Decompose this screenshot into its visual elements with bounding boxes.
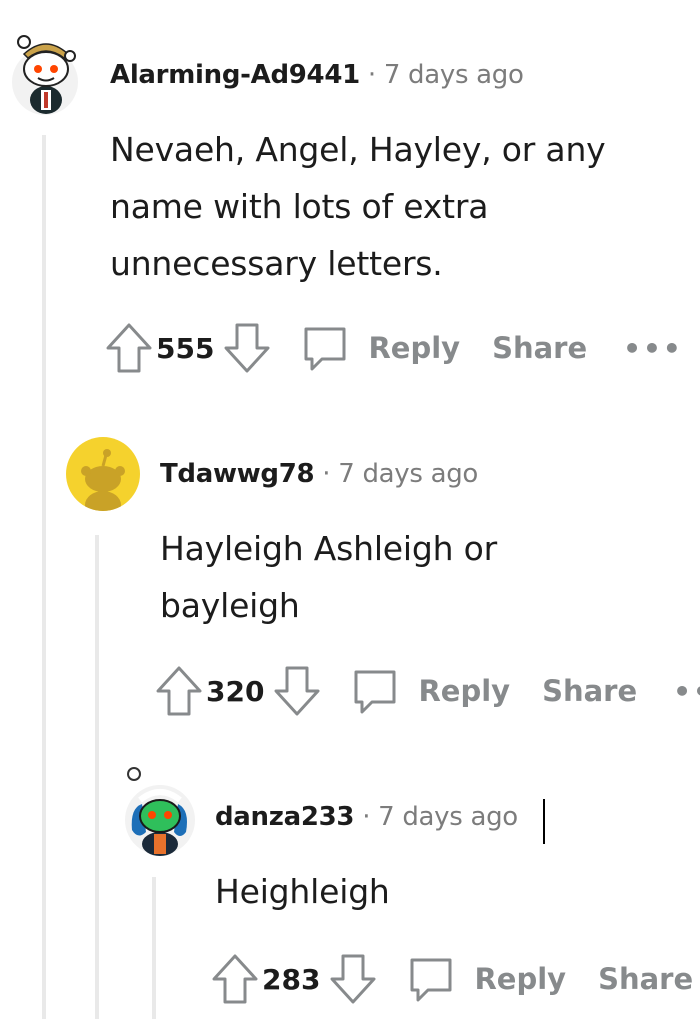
vote-score: 283 [262, 962, 321, 996]
upvote-icon[interactable] [154, 664, 204, 718]
username-link[interactable]: Tdawwg78 [160, 459, 315, 489]
timestamp-link[interactable]: 7 days ago [384, 60, 524, 90]
username-link[interactable]: Alarming-Ad9441 [110, 60, 360, 90]
reply-label: Reply [474, 962, 567, 996]
share-button[interactable]: Share [492, 331, 587, 365]
upvote-icon[interactable] [210, 952, 260, 1006]
comment-line: unnecessary letters. [110, 244, 443, 283]
share-button[interactable]: Share [598, 962, 693, 996]
comment-meta: danza233 · 7 days ago [215, 802, 518, 832]
user-avatar[interactable] [120, 760, 198, 858]
thread-line-3[interactable] [152, 877, 156, 1019]
comment-actions: 555 Reply Share ••• [104, 318, 683, 378]
comment-line: name with lots of extra [110, 187, 489, 226]
thread-line-1[interactable] [42, 135, 46, 1019]
comment-body: Nevaeh, Angel, Hayley, or any name with … [110, 121, 606, 292]
comment-meta: Alarming-Ad9441 · 7 days ago [110, 60, 524, 90]
comment-body: Heighleigh [215, 863, 390, 920]
downvote-icon[interactable] [222, 321, 272, 375]
more-options-button[interactable]: ••• [623, 332, 683, 365]
comment-actions: 320 Reply Share ••• [154, 661, 700, 721]
meta-separator: · [362, 802, 371, 832]
comment-line: bayleigh [160, 586, 300, 625]
text-cursor [543, 799, 545, 844]
upvote-icon[interactable] [104, 321, 154, 375]
reply-bubble-icon [350, 666, 400, 716]
reply-button[interactable]: Reply [300, 323, 460, 373]
reply-bubble-icon [300, 323, 350, 373]
snoo-avatar-icon [81, 449, 125, 511]
comment-line: Hayleigh Ashleigh or [160, 529, 497, 568]
comment-line: Nevaeh, Angel, Hayley, or any [110, 130, 606, 169]
meta-separator: · [367, 60, 376, 90]
share-button[interactable]: Share [542, 674, 637, 708]
reply-label: Reply [418, 674, 511, 708]
downvote-icon[interactable] [272, 664, 322, 718]
comment-actions: 283 Reply Share [210, 949, 693, 1009]
reply-button[interactable]: Reply [350, 666, 510, 716]
snoo-avatar-icon [125, 767, 195, 856]
comment-line: Heighleigh [215, 872, 390, 911]
snoo-avatar-icon [12, 35, 78, 115]
vote-score: 320 [206, 674, 265, 708]
more-options-button[interactable]: ••• [673, 675, 700, 708]
reply-bubble-icon [406, 954, 456, 1004]
reply-button[interactable]: Reply [406, 954, 566, 1004]
thread-line-2[interactable] [95, 535, 99, 1019]
timestamp-link[interactable]: 7 days ago [338, 459, 478, 489]
vote-score: 555 [156, 331, 215, 365]
user-avatar[interactable] [66, 437, 140, 511]
comment-body: Hayleigh Ashleigh or bayleigh [160, 520, 497, 634]
comment-meta: Tdawwg78 · 7 days ago [160, 459, 478, 489]
downvote-icon[interactable] [328, 952, 378, 1006]
username-link[interactable]: danza233 [215, 802, 355, 832]
meta-separator: · [322, 459, 331, 489]
timestamp-link[interactable]: 7 days ago [378, 802, 518, 832]
user-avatar[interactable] [8, 12, 82, 116]
reply-label: Reply [368, 331, 461, 365]
